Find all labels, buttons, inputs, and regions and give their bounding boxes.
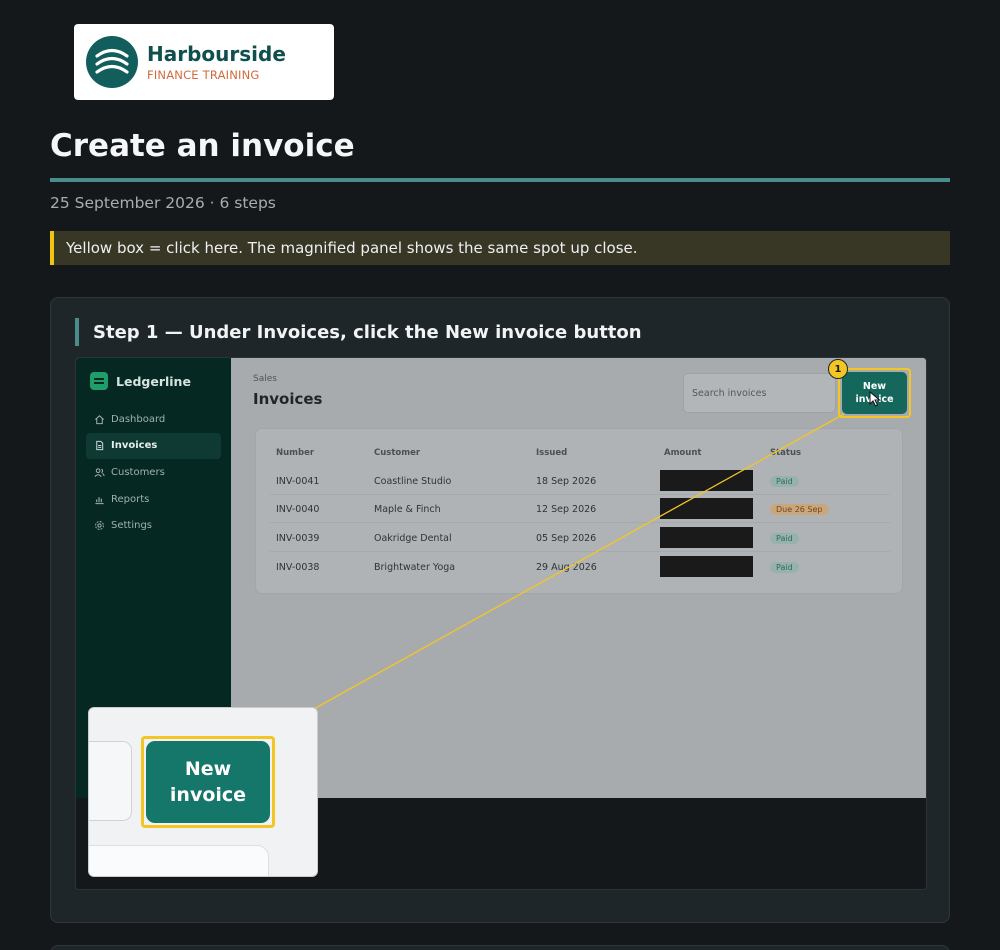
brand-card: Harbourside FINANCE TRAINING <box>74 24 334 100</box>
brand-tagline: FINANCE TRAINING <box>147 67 260 82</box>
tip-box: Yellow box = click here. The magnified p… <box>50 231 950 265</box>
arcs-logo-icon <box>86 36 138 88</box>
magnified-search-input <box>89 741 132 821</box>
step-card: Step 1 — Under Invoices, click the New i… <box>50 297 950 923</box>
next-step-card <box>50 945 950 950</box>
step-screenshot: Ledgerline Dashboard Invoices Customers … <box>75 357 927 890</box>
guide-meta: 25 September 2026 · 6 steps <box>50 194 276 212</box>
magnified-table-edge <box>89 845 269 876</box>
tip-text: Yellow box = click here. The magnified p… <box>66 239 638 257</box>
magnified-panel: New invoice <box>88 707 318 877</box>
title-divider <box>50 178 950 182</box>
step-heading: Step 1 — Under Invoices, click the New i… <box>75 318 642 346</box>
brand-name: Harbourside <box>147 41 286 66</box>
page-title: Create an invoice <box>50 128 355 164</box>
magnified-click-highlight <box>141 736 275 828</box>
brand-text: Harbourside FINANCE TRAINING <box>147 41 286 82</box>
